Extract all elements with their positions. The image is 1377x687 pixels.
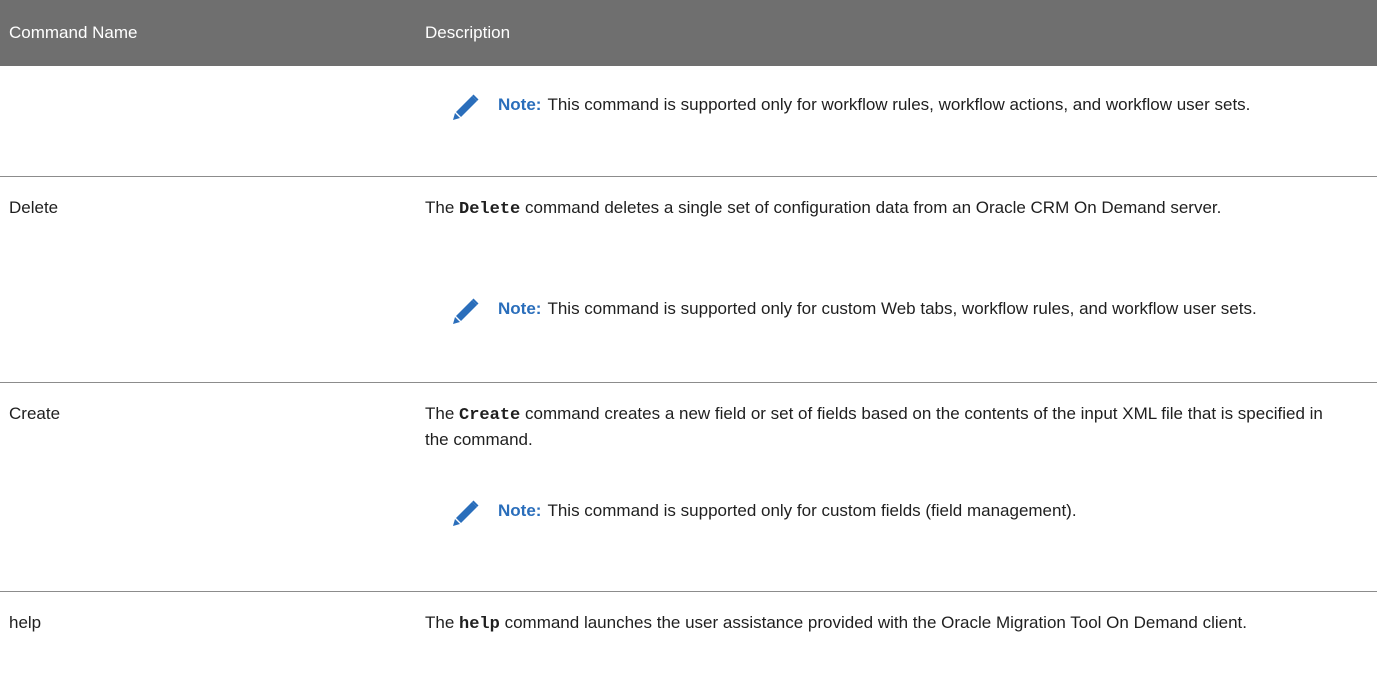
note-box: Note: This command is supported only for … xyxy=(450,93,1350,153)
description-prefix: The xyxy=(425,613,455,632)
note-text: Note: This command is supported only for … xyxy=(498,297,1358,321)
command-code: help xyxy=(459,615,500,634)
note-label: Note: xyxy=(498,299,542,318)
description-suffix: command deletes a single set of configur… xyxy=(524,198,1222,217)
note-text: Note: This command is supported only for … xyxy=(498,499,1358,523)
description-suffix: command creates a new field or set of fi… xyxy=(425,404,1323,449)
command-description: The Create command creates a new field o… xyxy=(425,402,1325,452)
note-label: Note: xyxy=(498,501,542,520)
note-box: Note: This command is supported only for … xyxy=(450,297,1350,357)
note-body: This command is supported only for workf… xyxy=(547,95,1251,114)
note-body: This command is supported only for custo… xyxy=(547,299,1257,318)
pencil-icon xyxy=(453,500,479,526)
description-prefix: The xyxy=(425,404,455,423)
table-row-delete: Delete The Delete command deletes a sing… xyxy=(0,177,1377,382)
table-header: Command Name Description xyxy=(0,0,1377,66)
table-row: Note: This command is supported only for … xyxy=(0,66,1377,176)
note-label: Note: xyxy=(498,95,542,114)
command-code: Delete xyxy=(459,200,521,219)
pencil-icon xyxy=(453,298,479,324)
command-name: Delete xyxy=(9,198,59,217)
column-header-command-name: Command Name xyxy=(9,23,138,42)
column-header-description: Description xyxy=(425,23,511,42)
description-suffix: command launches the user assistance pro… xyxy=(504,613,1247,632)
pencil-icon xyxy=(453,94,479,120)
commands-table: Command Name Description Note: This comma… xyxy=(0,0,1377,634)
table-row-help: help The help command launches the user … xyxy=(0,592,1377,687)
command-code: Create xyxy=(459,406,521,425)
note-body: This command is supported only for custo… xyxy=(547,501,1077,520)
table-row-create: Create The Create command creates a new … xyxy=(0,383,1377,591)
command-name: Create xyxy=(9,404,61,423)
command-name: help xyxy=(9,613,42,632)
command-description: The Delete command deletes a single set … xyxy=(425,196,1325,222)
description-prefix: The xyxy=(425,198,455,217)
command-description: The help command launches the user assis… xyxy=(425,611,1325,637)
note-box: Note: This command is supported only for … xyxy=(450,499,1350,559)
note-text: Note: This command is supported only for … xyxy=(498,93,1358,117)
